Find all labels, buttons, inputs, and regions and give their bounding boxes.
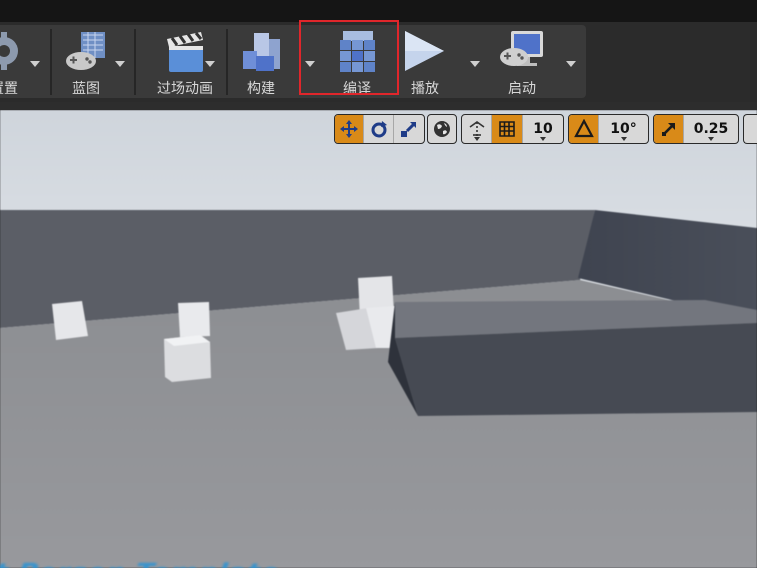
surface-snapping-icon: [469, 121, 484, 136]
dropdown-caret-icon: [708, 137, 714, 141]
scale-snap-arrow-icon: [661, 123, 675, 136]
compile-highlight-box: [299, 20, 399, 95]
launch-monitor-icon: [500, 31, 543, 66]
scale-snap-group: 0.25: [653, 114, 739, 144]
settings-gear-icon: [0, 32, 18, 70]
grid-snap-value-dropdown[interactable]: 10: [523, 115, 563, 143]
settings-dropdown-arrow[interactable]: [30, 61, 40, 67]
rotation-snap-angle-icon: [573, 119, 594, 138]
cinematics-button[interactable]: 过场动画: [138, 25, 232, 98]
scale-tool-button[interactable]: [394, 115, 424, 143]
cinematics-dropdown-arrow[interactable]: [205, 61, 215, 67]
toolbar-separator: [50, 29, 52, 95]
level-viewport[interactable]: st Person Template: [0, 110, 757, 568]
transform-tools-group: [334, 114, 425, 144]
grid-snap-toggle[interactable]: [492, 115, 523, 143]
scale-snap-value: 0.25: [693, 121, 729, 137]
grid-snap-group: 10: [461, 114, 564, 144]
launch-dropdown-arrow[interactable]: [566, 61, 576, 67]
grid-icon: [499, 121, 515, 137]
play-label: 播放: [411, 81, 439, 97]
blueprint-gamepad-icon: [66, 32, 105, 70]
build-button[interactable]: 构建: [232, 25, 290, 98]
camera-speed-button[interactable]: [743, 114, 757, 144]
rotation-snap-value: 10°: [610, 121, 637, 137]
rotation-snap-group: 10°: [568, 114, 649, 144]
rotate-icon: [371, 121, 387, 138]
cinematics-label: 过场动画: [157, 81, 213, 97]
globe-icon: [434, 121, 450, 137]
build-label: 构建: [247, 81, 275, 97]
floor-template-text: st Person Template: [0, 559, 281, 568]
cinematics-clapper-icon: [167, 32, 203, 72]
world-local-toggle: [427, 114, 457, 144]
settings-button[interactable]: 置置: [0, 25, 34, 98]
viewport-scene: [0, 110, 757, 568]
toolbar-panel: 置置 蓝图 过场动画: [0, 25, 586, 98]
settings-label: 置置: [0, 81, 18, 97]
rotation-snap-toggle[interactable]: [569, 115, 599, 143]
world-space-button[interactable]: [428, 115, 456, 143]
blueprints-dropdown-arrow[interactable]: [115, 61, 125, 67]
blueprints-label: 蓝图: [72, 81, 100, 97]
scale-snap-value-dropdown[interactable]: 0.25: [684, 115, 738, 143]
play-button[interactable]: 播放: [398, 25, 452, 98]
dropdown-caret-icon: [473, 137, 480, 141]
dropdown-caret-icon: [620, 137, 627, 141]
toolbar-separator: [134, 29, 136, 95]
play-triangle-icon: [405, 31, 444, 71]
scale-icon: [400, 121, 416, 137]
build-blocks-icon: [243, 33, 280, 71]
translate-arrows-icon: [340, 120, 359, 138]
surface-snap-button[interactable]: [462, 115, 492, 143]
play-dropdown-arrow[interactable]: [470, 61, 480, 67]
rotate-tool-button[interactable]: [364, 115, 394, 143]
scale-snap-toggle[interactable]: [654, 115, 684, 143]
rotation-snap-value-dropdown[interactable]: 10°: [599, 115, 648, 143]
dropdown-caret-icon: [540, 137, 546, 141]
launch-label: 启动: [508, 81, 536, 97]
toolbar-separator: [226, 29, 228, 95]
grid-snap-value: 10: [533, 121, 553, 137]
translate-tool-button[interactable]: [335, 115, 365, 143]
blueprints-button[interactable]: 蓝图: [56, 25, 116, 98]
launch-button[interactable]: 启动: [488, 25, 556, 98]
